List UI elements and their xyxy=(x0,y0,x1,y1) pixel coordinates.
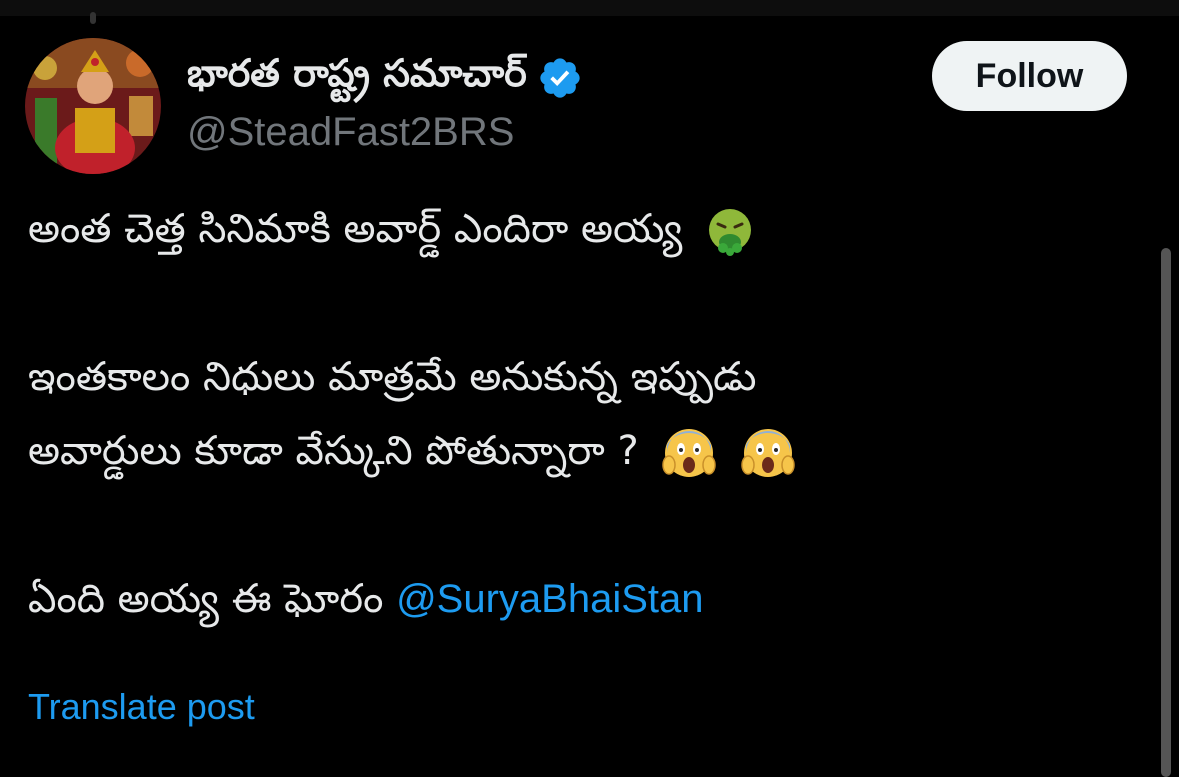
display-name[interactable]: భారత రాష్ట్ర సమాచార్ xyxy=(187,51,527,105)
face-screaming-in-fear-emoji xyxy=(741,429,795,477)
translate-post-link[interactable]: Translate post xyxy=(28,686,255,728)
post-text: అంత చెత్త సినిమాకి అవార్డ్ ఎందిరా అయ్య ఇ… xyxy=(28,192,1138,636)
post-line: ఇంతకాలం నిధులు మాత్రమే అనుకున్న ఇప్పుడు xyxy=(28,340,1138,414)
top-bar xyxy=(0,0,1179,16)
post-line-text: అంత చెత్త సినిమాకి అవార్డ్ ఎందిరా అయ్య xyxy=(28,206,683,252)
author-info: భారత రాష్ట్ర సమాచార్ @SteadFast2BRS xyxy=(187,50,583,155)
thread-line xyxy=(90,12,96,24)
avatar[interactable] xyxy=(25,38,161,174)
post-line: అంత చెత్త సినిమాకి అవార్డ్ ఎందిరా అయ్య xyxy=(28,192,1138,266)
post-line-text: అవార్డులు కూడా వేస్కుని పోతున్నారా ? xyxy=(28,428,639,474)
follow-button[interactable]: Follow xyxy=(932,41,1127,111)
post-line-text: ఏంది అయ్య ఈ ఘోరం xyxy=(28,576,384,622)
post-view: భారత రాష్ట్ర సమాచార్ @SteadFast2BRS Foll… xyxy=(0,0,1179,777)
verified-badge-icon[interactable] xyxy=(537,55,583,101)
mention-link[interactable]: @SuryaBhaiStan xyxy=(396,577,703,621)
post-line-text: ఇంతకాలం నిధులు మాత్రమే అనుకున్న ఇప్పుడు xyxy=(28,354,757,400)
user-handle[interactable]: @SteadFast2BRS xyxy=(187,110,583,155)
vomiting-face-emoji xyxy=(709,209,752,256)
avatar-image xyxy=(25,38,161,174)
name-row: భారత రాష్ట్ర సమాచార్ xyxy=(187,50,583,106)
post-line: అవార్డులు కూడా వేస్కుని పోతున్నారా ? xyxy=(28,414,1138,488)
face-screaming-in-fear-emoji xyxy=(662,429,717,477)
scrollbar[interactable] xyxy=(1161,248,1171,777)
post-line: ఏంది అయ్య ఈ ఘోరం @SuryaBhaiStan xyxy=(28,562,1138,636)
